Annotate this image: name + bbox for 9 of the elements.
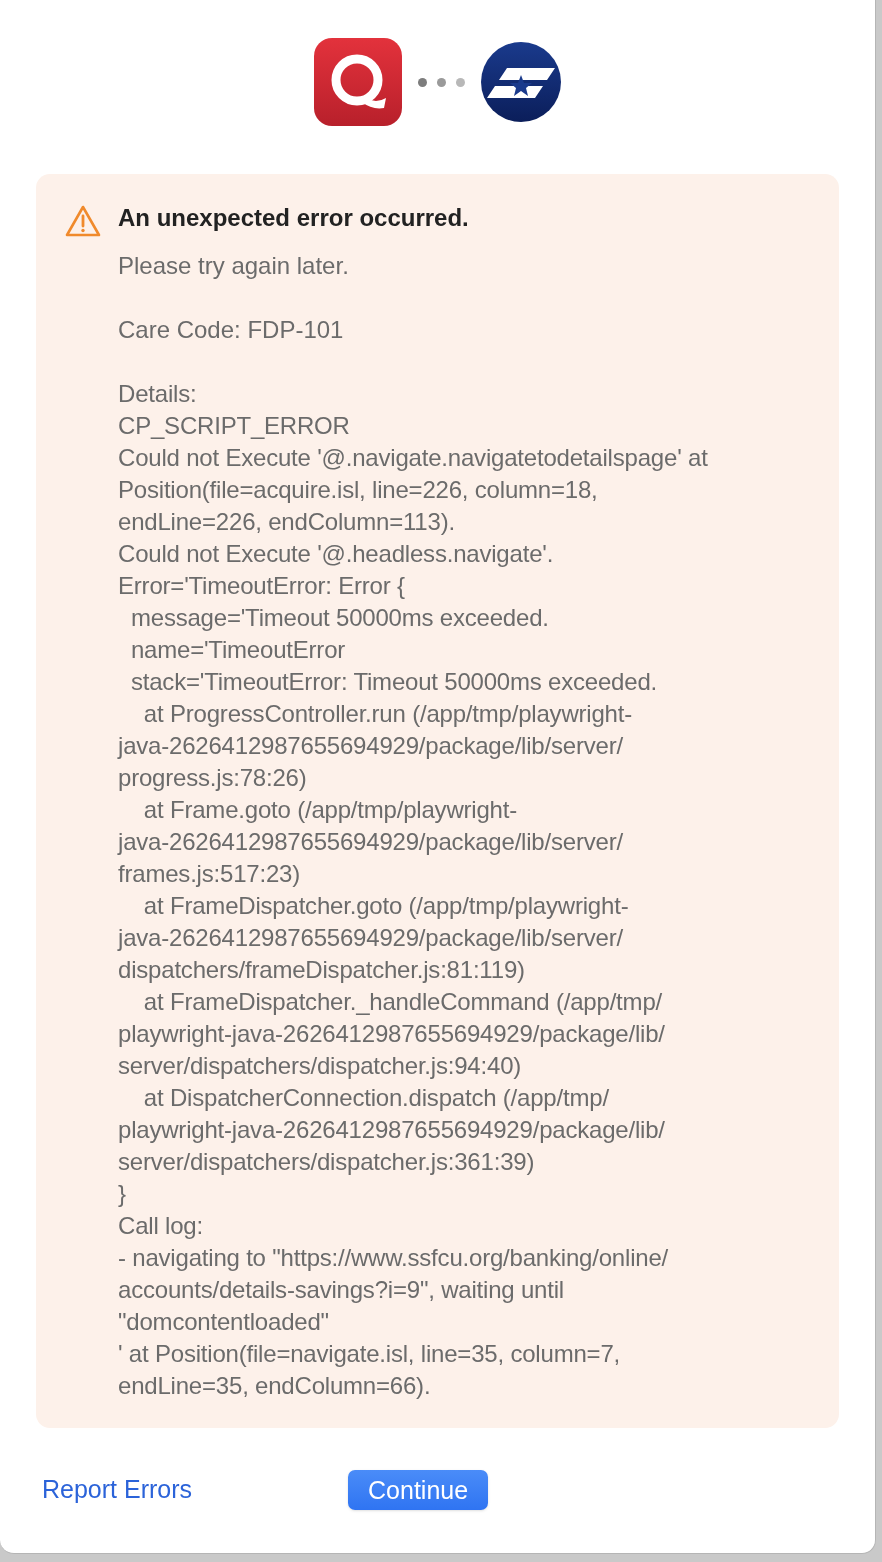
error-title: An unexpected error occurred. xyxy=(118,203,470,233)
care-code: Care Code: FDP-101 xyxy=(118,315,345,345)
star-logo-icon xyxy=(481,42,561,122)
report-errors-link[interactable]: Report Errors xyxy=(42,1471,193,1509)
error-subtitle: Please try again later. xyxy=(118,251,350,281)
app-logo-icon xyxy=(314,38,402,126)
error-details: Details: CP_SCRIPT_ERROR Could not Execute '@.navigate.navigatetodetailspage' at Position(file=acquire.isl, line=226, column=18, endLine=226, endColumn=113). Could not Execute '@.headless.navigate'. Error='TimeoutError: Error { message='Timeout 50000ms exceeded. name='TimeoutError stack='TimeoutError: Timeout 50000ms exceeded. at ProgressController.run (/app/tmp/playwright- java-2626412987655694929/package/lib/server/ progress.js:78:26) at Frame.goto (/app/tmp/playwright- java-2626412987655694929/package/lib/server/ frames.js:517:23) at FrameDispatcher.goto (/app/tmp/playwright- java-2626412987655694929/package/lib/server/ dispatchers/frameDispatcher.js:81:119) at FrameDispatcher._handleCommand (/app/tmp/ playwright-java-2626412987655694929/package/lib/ server/dispatchers/dispatcher.js:94:40) at DispatcherConnection.dispatch (/app/tmp/ playwright-java-2626412987655694929/package/lib/ server/dispatchers/dispatcher.js:361:39) } Call log: - navigating to "https://www.ssfcu.org/banking/online/ accounts/details-savings?i=9", waiting until "domcontentloaded" ' at Position(file=navigate.isl, line=35, column=7, endLine=35, endColumn=66). xyxy=(118,379,708,1401)
continue-button[interactable]: Continue xyxy=(348,1470,489,1510)
warning-icon xyxy=(64,204,102,238)
